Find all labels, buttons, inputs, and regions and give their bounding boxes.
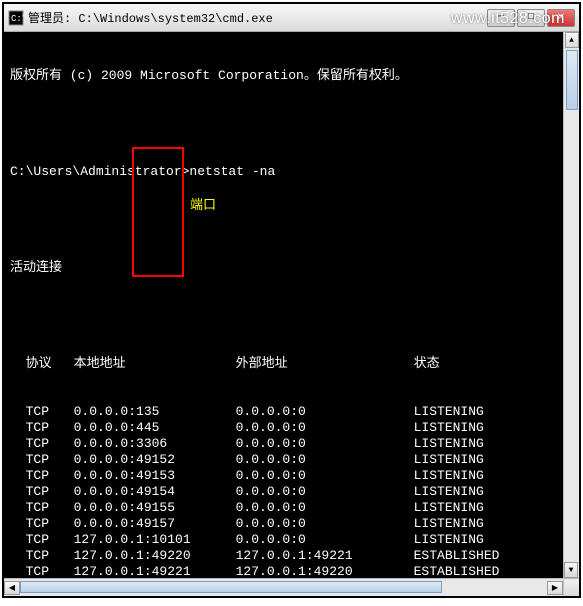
cell-state: ESTABLISHED xyxy=(414,564,534,578)
cell-proto: TCP xyxy=(26,468,74,484)
cell-local-address: 127.0.0.1:49220 xyxy=(74,548,236,564)
cell-state: LISTENING xyxy=(414,420,534,436)
cell-state: ESTABLISHED xyxy=(414,548,534,564)
horizontal-scroll-thumb[interactable] xyxy=(20,581,442,593)
terminal-area[interactable]: 版权所有 (c) 2009 Microsoft Corporation。保留所有… xyxy=(4,32,579,578)
connection-row: TCP0.0.0.0:491530.0.0.0:0LISTENING xyxy=(10,468,573,484)
cell-proto: TCP xyxy=(26,564,74,578)
header-state: 状态 xyxy=(414,356,534,372)
connection-row: TCP0.0.0.0:1350.0.0.0:0LISTENING xyxy=(10,404,573,420)
cell-foreign-address: 0.0.0.0:0 xyxy=(236,532,414,548)
cell-foreign-address: 0.0.0.0:0 xyxy=(236,484,414,500)
cell-local-address: 127.0.0.1:49221 xyxy=(74,564,236,578)
connection-row: TCP0.0.0.0:4450.0.0.0:0LISTENING xyxy=(10,420,573,436)
command-prompt-line: C:\Users\Administrator>netstat -na xyxy=(10,164,573,180)
cell-foreign-address: 0.0.0.0:0 xyxy=(236,500,414,516)
cell-proto: TCP xyxy=(26,548,74,564)
resize-grip[interactable] xyxy=(563,580,579,596)
cell-local-address: 0.0.0.0:49153 xyxy=(74,468,236,484)
cell-foreign-address: 0.0.0.0:0 xyxy=(236,468,414,484)
cell-foreign-address: 0.0.0.0:0 xyxy=(236,516,414,532)
cell-proto: TCP xyxy=(26,436,74,452)
cell-proto: TCP xyxy=(26,452,74,468)
connection-row: TCP127.0.0.1:49220127.0.0.1:49221ESTABLI… xyxy=(10,548,573,564)
cell-proto: TCP xyxy=(26,404,74,420)
close-button[interactable]: ✕ xyxy=(547,9,575,27)
cell-state: LISTENING xyxy=(414,484,534,500)
horizontal-scrollbar[interactable]: ◀ ▶ xyxy=(4,578,579,596)
cell-state: LISTENING xyxy=(414,468,534,484)
connection-row: TCP0.0.0.0:33060.0.0.0:0LISTENING xyxy=(10,436,573,452)
cell-foreign-address: 0.0.0.0:0 xyxy=(236,404,414,420)
connection-row: TCP0.0.0.0:491540.0.0.0:0LISTENING xyxy=(10,484,573,500)
cell-local-address: 0.0.0.0:135 xyxy=(74,404,236,420)
minimize-button[interactable]: ─ xyxy=(487,9,515,27)
cell-proto: TCP xyxy=(26,420,74,436)
cell-proto: TCP xyxy=(26,500,74,516)
scroll-right-button[interactable]: ▶ xyxy=(547,581,563,595)
cell-foreign-address: 0.0.0.0:0 xyxy=(236,452,414,468)
cell-state: LISTENING xyxy=(414,500,534,516)
cell-foreign-address: 127.0.0.1:49220 xyxy=(236,564,414,578)
cell-local-address: 0.0.0.0:49155 xyxy=(74,500,236,516)
blank-line xyxy=(10,308,573,324)
scroll-down-button[interactable]: ▼ xyxy=(564,562,578,578)
cell-local-address: 0.0.0.0:49152 xyxy=(74,452,236,468)
blank-line xyxy=(10,212,573,228)
connection-row: TCP0.0.0.0:491520.0.0.0:0LISTENING xyxy=(10,452,573,468)
cmd-icon: C:\ xyxy=(8,10,24,26)
cell-foreign-address: 127.0.0.1:49221 xyxy=(236,548,414,564)
blank-line xyxy=(10,116,573,132)
cell-state: LISTENING xyxy=(414,404,534,420)
window-title: 管理员: C:\Windows\system32\cmd.exe xyxy=(28,9,487,26)
cell-state: LISTENING xyxy=(414,516,534,532)
cell-state: LISTENING xyxy=(414,452,534,468)
connection-row: TCP0.0.0.0:491550.0.0.0:0LISTENING xyxy=(10,500,573,516)
cell-proto: TCP xyxy=(26,532,74,548)
cell-local-address: 0.0.0.0:49154 xyxy=(74,484,236,500)
copyright-line: 版权所有 (c) 2009 Microsoft Corporation。保留所有… xyxy=(10,68,573,84)
cell-local-address: 127.0.0.1:10101 xyxy=(74,532,236,548)
maximize-button[interactable]: □ xyxy=(517,9,545,27)
cell-local-address: 0.0.0.0:49157 xyxy=(74,516,236,532)
cell-proto: TCP xyxy=(26,516,74,532)
cell-foreign-address: 0.0.0.0:0 xyxy=(236,420,414,436)
connection-row: TCP0.0.0.0:491570.0.0.0:0LISTENING xyxy=(10,516,573,532)
cell-local-address: 0.0.0.0:445 xyxy=(74,420,236,436)
header-foreign: 外部地址 xyxy=(236,356,414,372)
cell-proto: TCP xyxy=(26,484,74,500)
header-local: 本地地址 xyxy=(74,356,236,372)
section-title: 活动连接 xyxy=(10,260,573,276)
column-headers: 协议本地地址外部地址状态 xyxy=(10,356,573,372)
scroll-up-button[interactable]: ▲ xyxy=(565,32,579,48)
window-titlebar[interactable]: C:\ 管理员: C:\Windows\system32\cmd.exe ─ □… xyxy=(4,4,579,32)
vertical-scroll-thumb[interactable] xyxy=(566,50,578,110)
header-proto: 协议 xyxy=(26,356,74,372)
svg-text:C:\: C:\ xyxy=(11,14,24,24)
cell-state: LISTENING xyxy=(414,532,534,548)
cell-local-address: 0.0.0.0:3306 xyxy=(74,436,236,452)
horizontal-scroll-track[interactable] xyxy=(20,581,547,595)
connection-row: TCP127.0.0.1:49221127.0.0.1:49220ESTABLI… xyxy=(10,564,573,578)
vertical-scrollbar[interactable]: ▲ ▼ xyxy=(563,32,579,578)
cell-foreign-address: 0.0.0.0:0 xyxy=(236,436,414,452)
scroll-left-button[interactable]: ◀ xyxy=(4,581,20,595)
connection-row: TCP127.0.0.1:101010.0.0.0:0LISTENING xyxy=(10,532,573,548)
cell-state: LISTENING xyxy=(414,436,534,452)
